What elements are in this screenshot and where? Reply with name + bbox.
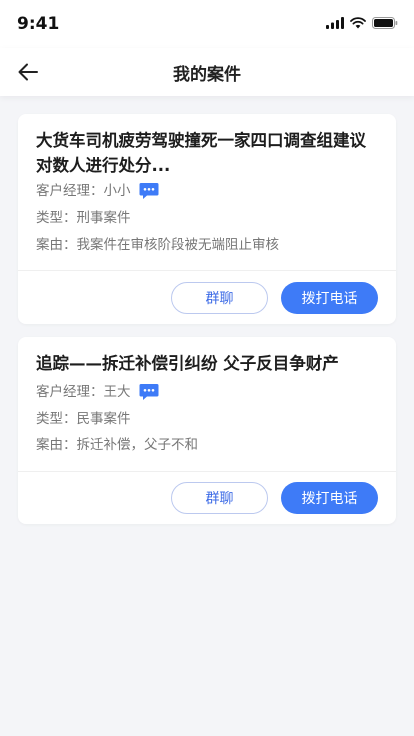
group-chat-button[interactable]: 群聊 bbox=[171, 482, 268, 514]
reason-text: 案由：我案件在审核阶段被无端阻止审核 bbox=[36, 237, 279, 253]
manager-row: 客户经理：小小 bbox=[36, 181, 380, 201]
status-time: 9:41 bbox=[17, 14, 60, 34]
case-card[interactable]: 大货车司机疲劳驾驶撞死一家四口调查组建议对数人进行处分... 客户经理：小小 类… bbox=[18, 114, 396, 324]
call-button[interactable]: 拨打电话 bbox=[281, 482, 378, 514]
type-text: 类型：民事案件 bbox=[36, 411, 131, 427]
wifi-icon bbox=[350, 17, 366, 29]
manager-text: 客户经理：小小 bbox=[36, 183, 131, 199]
battery-icon bbox=[372, 17, 398, 29]
status-icons bbox=[326, 16, 398, 30]
status-bar: 9:41 bbox=[0, 0, 414, 48]
manager-row: 客户经理：王大 bbox=[36, 382, 380, 402]
card-divider bbox=[18, 471, 396, 472]
reason-text: 案由：拆迁补偿，父子不和 bbox=[36, 437, 198, 453]
case-title: 大货车司机疲劳驾驶撞死一家四口调查组建议对数人进行处分... bbox=[36, 131, 366, 175]
case-title: 追踪——拆迁补偿引纠纷 父子反目争财产 bbox=[36, 354, 339, 373]
chat-icon[interactable] bbox=[139, 383, 159, 401]
chat-icon[interactable] bbox=[139, 182, 159, 200]
card-divider bbox=[18, 270, 396, 271]
case-card[interactable]: 追踪——拆迁补偿引纠纷 父子反目争财产 客户经理：王大 类型：民事案件 案由：拆… bbox=[18, 337, 396, 524]
nav-bar: 我的案件 bbox=[0, 48, 414, 96]
manager-text: 客户经理：王大 bbox=[36, 384, 131, 400]
signal-icon bbox=[326, 17, 344, 29]
call-button[interactable]: 拨打电话 bbox=[281, 282, 378, 314]
type-text: 类型：刑事案件 bbox=[36, 210, 131, 226]
page-title: 我的案件 bbox=[173, 65, 241, 85]
group-chat-button[interactable]: 群聊 bbox=[171, 282, 268, 314]
